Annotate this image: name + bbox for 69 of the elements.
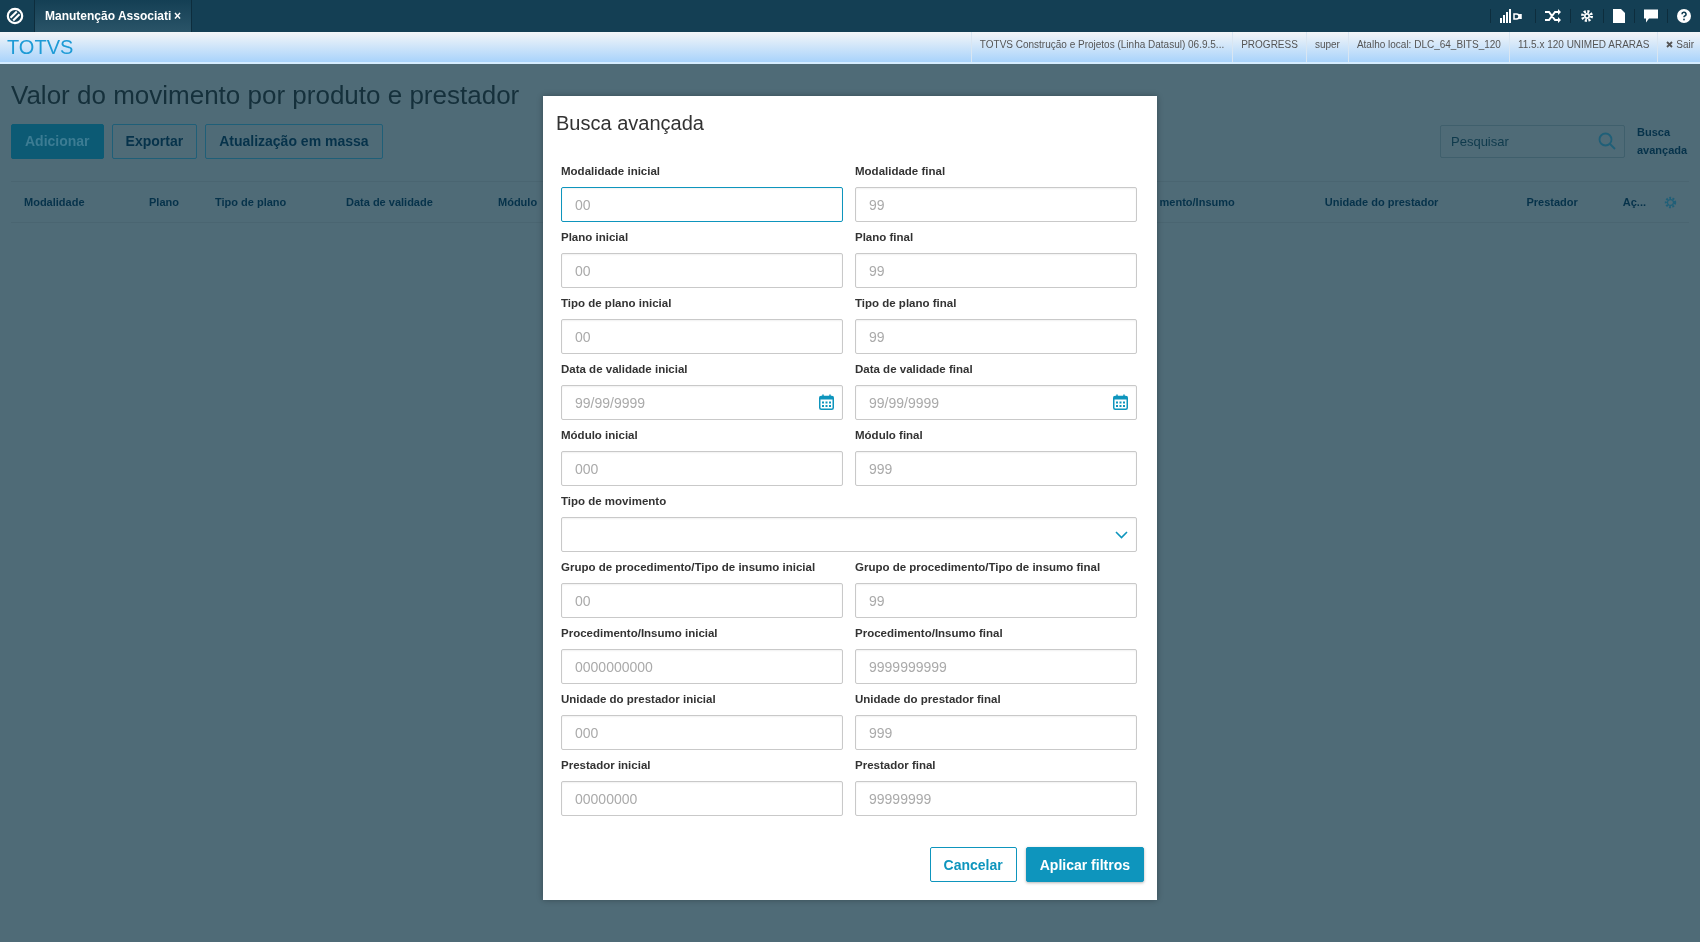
dialog-title: Busca avançada: [556, 112, 705, 135]
field-label: Modalidade inicial: [561, 165, 662, 177]
field-label: Plano inicial: [561, 231, 630, 243]
input-field[interactable]: 00000000: [561, 781, 843, 816]
input-field[interactable]: 00: [561, 253, 843, 288]
field-label: Unidade do prestador inicial: [561, 693, 717, 705]
action-button[interactable]: Exportar: [111, 123, 198, 159]
column-header[interactable]: Prestador: [1526, 196, 1578, 208]
calendar-icon[interactable]: [1113, 394, 1128, 410]
field-label: Módulo inicial: [561, 429, 639, 441]
logo-icon[interactable]: [6, 7, 24, 25]
input-field[interactable]: 000: [561, 451, 843, 486]
field-label: Procedimento/Insumo inicial: [561, 627, 719, 639]
session-info: 11.5.x 120 UNIMED ARARAS: [1508, 32, 1658, 62]
column-header[interactable]: Unidade do prestador: [1324, 196, 1439, 208]
column-header[interactable]: Tipo de plano: [215, 196, 346, 208]
brand-name: TOTVS: [6, 35, 74, 59]
field-label: Tipo de movimento: [561, 495, 668, 507]
column-header[interactable]: mento/Insumo: [1159, 196, 1235, 208]
calendar-icon[interactable]: [819, 394, 834, 410]
logout-link[interactable]: Sair: [1657, 32, 1700, 62]
field-label: Data de validade final: [855, 363, 974, 375]
session-info: PROGRESS: [1232, 32, 1306, 62]
field-label: Prestador inicial: [561, 759, 652, 771]
input-field[interactable]: 999: [855, 451, 1137, 486]
date-field[interactable]: 99/99/9999: [855, 385, 1137, 420]
close-icon: [1666, 41, 1674, 48]
field-label: Grupo de procedimento/Tipo de insumo inicial: [561, 561, 817, 573]
session-info: TOTVS Construção e Projetos (Linha Datasul) 06.9.5...: [970, 32, 1233, 62]
input-field[interactable]: 99: [855, 583, 1137, 618]
input-field[interactable]: 99999999: [855, 781, 1137, 816]
input-field[interactable]: 99: [855, 319, 1137, 354]
dialog-button[interactable]: Aplicar filtros: [1025, 847, 1144, 882]
field-label: Unidade do prestador final: [855, 693, 1002, 705]
field-label: Data de validade inicial: [561, 363, 689, 375]
input-field[interactable]: 00: [561, 187, 843, 222]
page-title: Valor do movimento por produto e prestador: [11, 80, 521, 111]
field-label: Tipo de plano final: [855, 297, 958, 309]
field-label: Grupo de procedimento/Tipo de insumo final: [855, 561, 1102, 573]
session-info: super: [1305, 32, 1348, 62]
input-field[interactable]: 99: [855, 187, 1137, 222]
input-field[interactable]: 0000000000: [561, 649, 843, 684]
column-header[interactable]: Módulo: [498, 196, 538, 208]
column-header[interactable]: Plano: [149, 196, 215, 208]
dialog-button[interactable]: Cancelar: [929, 847, 1017, 882]
column-header[interactable]: Aç...: [1622, 196, 1646, 208]
field-label: Procedimento/Insumo final: [855, 627, 1004, 639]
field-label: Modalidade final: [855, 165, 947, 177]
input-field[interactable]: 00: [561, 583, 843, 618]
field-label: Módulo final: [855, 429, 924, 441]
input-field[interactable]: 000: [561, 715, 843, 750]
column-header[interactable]: Data de validade: [346, 196, 498, 208]
field-label: Tipo de plano inicial: [561, 297, 673, 309]
session-info: Atalho local: DLC_64_BITS_120: [1347, 32, 1509, 62]
advanced-search-link[interactable]: Busca avançada: [1637, 123, 1689, 159]
action-button[interactable]: Atualização em massa: [205, 123, 383, 159]
search-field[interactable]: Pesquisar: [1440, 124, 1625, 158]
input-field[interactable]: 00: [561, 319, 843, 354]
input-field[interactable]: 999: [855, 715, 1137, 750]
close-icon[interactable]: ×: [174, 9, 181, 23]
date-field[interactable]: 99/99/9999: [561, 385, 843, 420]
chevron-down-icon[interactable]: [1115, 530, 1128, 539]
input-field[interactable]: 99: [855, 253, 1137, 288]
input-field[interactable]: 9999999999: [855, 649, 1137, 684]
dropdown-field[interactable]: [561, 517, 1137, 552]
field-label: Prestador final: [855, 759, 937, 771]
field-label: Plano final: [855, 231, 915, 243]
column-header[interactable]: Modalidade: [24, 196, 149, 208]
app-tab[interactable]: Manutenção Associati ×: [34, 0, 192, 32]
